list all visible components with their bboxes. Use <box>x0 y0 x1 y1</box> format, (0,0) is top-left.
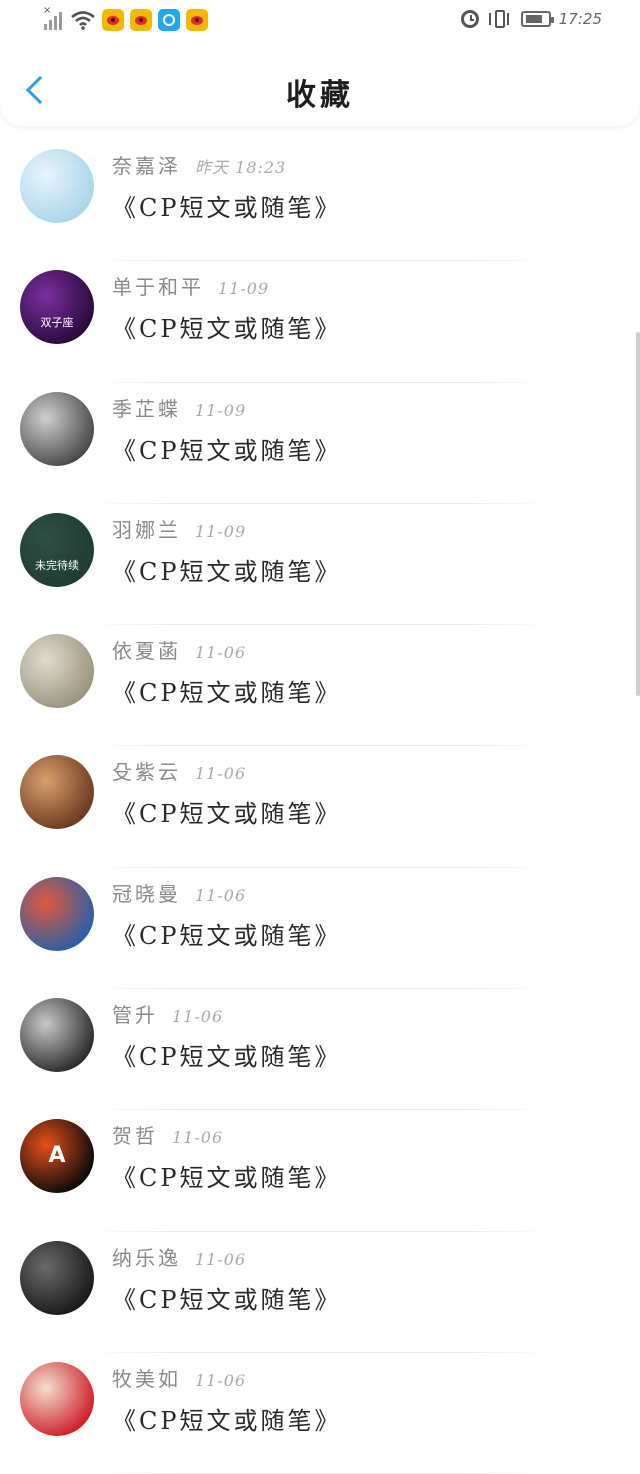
author-name-text: 冠晓曼 <box>112 881 181 906</box>
timestamp: 11-09 <box>195 521 247 541</box>
author-name-text: 纳乐逸 <box>112 1245 181 1270</box>
favorite-list-item[interactable]: 季芷蝶 11-09 《CP短文或随笔》 <box>0 383 640 504</box>
battery-charging-icon <box>520 11 554 27</box>
author-name: 殳紫云 11-06 <box>112 756 246 785</box>
status-bar: × 17:25 <box>0 0 640 46</box>
timestamp: 11-06 <box>172 1128 224 1148</box>
timestamp: 11-06 <box>195 1370 247 1390</box>
timestamp: 11-09 <box>195 400 247 420</box>
post-title[interactable]: 《CP短文或随笔》 <box>112 431 342 466</box>
author-name: 牧美如 11-06 <box>112 1363 246 1392</box>
author-name-text: 牧美如 <box>112 1366 181 1391</box>
weibo-icon <box>102 9 124 31</box>
favorite-list-item[interactable]: 奈嘉泽 昨天 18:23 《CP短文或随笔》 <box>0 140 640 262</box>
post-title[interactable]: 《CP短文或随笔》 <box>112 309 342 344</box>
post-title[interactable]: 《CP短文或随笔》 <box>112 916 342 951</box>
blue-circle-app-icon <box>158 9 180 31</box>
favorite-list-item[interactable]: 未完待续 羽娜兰 11-09 《CP短文或随笔》 <box>0 504 640 626</box>
weibo-icon <box>186 9 208 31</box>
weibo-icon <box>130 9 152 31</box>
post-title[interactable]: 《CP短文或随笔》 <box>112 1037 342 1072</box>
avatar[interactable]: A <box>20 1119 94 1194</box>
avatar[interactable] <box>20 634 94 709</box>
favorite-list-item[interactable]: 管升 11-06 《CP短文或随笔》 <box>0 989 640 1111</box>
status-bar-right: 17:25 <box>460 9 602 29</box>
post-title[interactable]: 《CP短文或随笔》 <box>112 794 342 829</box>
vibrate-icon <box>487 9 513 29</box>
avatar[interactable] <box>20 149 94 223</box>
author-name: 依夏菡 11-06 <box>112 635 246 664</box>
wifi-icon <box>71 11 95 30</box>
avatar-text: 未完待续 <box>35 558 79 572</box>
favorites-list: 奈嘉泽 昨天 18:23 《CP短文或随笔》 双子座 单于和平 11-09 《CP短文或随笔… <box>0 140 640 1474</box>
avatar[interactable] <box>20 876 94 951</box>
timestamp: 11-06 <box>195 885 247 905</box>
avatar[interactable] <box>20 998 94 1073</box>
signal-x-icon: × <box>43 6 64 30</box>
post-title[interactable]: 《CP短文或随笔》 <box>112 1401 342 1436</box>
avatar-text: 双子座 <box>40 316 74 330</box>
favorite-list-item[interactable]: 冠晓曼 11-06 《CP短文或随笔》 <box>0 868 640 990</box>
author-name-text: 贺哲 <box>112 1124 158 1149</box>
timestamp: 11-06 <box>195 764 247 784</box>
status-bar-left: × <box>43 6 208 31</box>
favorite-list-item[interactable]: 纳乐逸 11-06 《CP短文或随笔》 <box>0 1232 640 1353</box>
avatar-text: A <box>48 1143 66 1169</box>
avatar[interactable] <box>20 1361 94 1436</box>
author-name-text: 羽娜兰 <box>112 517 181 542</box>
avatar[interactable]: 双子座 <box>20 270 94 345</box>
author-name-text: 单于和平 <box>112 275 204 300</box>
avatar[interactable] <box>20 391 94 466</box>
author-name: 管升 11-06 <box>112 999 223 1028</box>
timestamp: 昨天 18:23 <box>195 158 287 177</box>
author-name: 纳乐逸 11-06 <box>112 1242 246 1271</box>
post-title[interactable]: 《CP短文或随笔》 <box>112 673 342 708</box>
favorite-list-item[interactable]: 殳紫云 11-06 《CP短文或随笔》 <box>0 746 640 868</box>
favorite-list-item[interactable]: 双子座 单于和平 11-09 《CP短文或随笔》 <box>0 261 640 383</box>
page-title: 收藏 <box>286 78 354 113</box>
timestamp: 11-06 <box>172 1007 224 1027</box>
author-name: 季芷蝶 11-09 <box>112 393 246 422</box>
header: 收藏 <box>0 46 640 126</box>
author-name: 奈嘉泽 昨天 18:23 <box>112 150 286 179</box>
author-name: 单于和平 11-09 <box>112 271 269 300</box>
status-time: 17:25 <box>558 10 602 28</box>
post-title[interactable]: 《CP短文或随笔》 <box>112 552 342 587</box>
timestamp: 11-06 <box>195 643 247 663</box>
author-name-text: 依夏菡 <box>112 639 181 664</box>
post-title[interactable]: 《CP短文或随笔》 <box>112 1158 342 1193</box>
author-name-text: 管升 <box>112 1003 158 1028</box>
favorite-list-item[interactable]: 依夏菡 11-06 《CP短文或随笔》 <box>0 625 640 747</box>
scrollbar[interactable] <box>636 332 640 696</box>
author-name: 羽娜兰 11-09 <box>112 514 246 543</box>
post-title[interactable]: 《CP短文或随笔》 <box>112 188 342 223</box>
timestamp: 11-09 <box>218 279 270 299</box>
avatar[interactable] <box>20 1240 94 1315</box>
favorite-list-item[interactable]: A 贺哲 11-06 《CP短文或随笔》 <box>0 1110 640 1232</box>
author-name-text: 殳紫云 <box>112 760 181 785</box>
author-name-text: 奈嘉泽 <box>112 154 181 178</box>
favorite-list-item[interactable]: 牧美如 11-06 《CP短文或随笔》 <box>0 1353 640 1474</box>
author-name: 冠晓曼 11-06 <box>112 878 246 907</box>
post-title[interactable]: 《CP短文或随笔》 <box>112 1280 342 1315</box>
author-name-text: 季芷蝶 <box>112 396 181 421</box>
avatar[interactable]: 未完待续 <box>20 512 94 587</box>
timestamp: 11-06 <box>195 1249 247 1269</box>
author-name: 贺哲 11-06 <box>112 1120 223 1149</box>
alarm-icon <box>460 10 479 28</box>
avatar[interactable] <box>20 755 94 830</box>
